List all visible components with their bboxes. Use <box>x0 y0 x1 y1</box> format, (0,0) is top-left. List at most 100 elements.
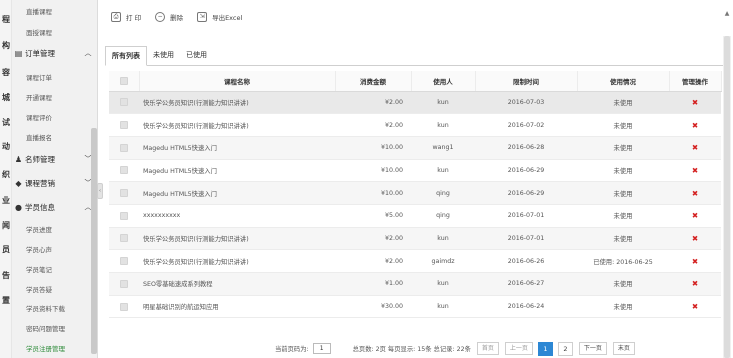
sidebar-item-student-qa[interactable]: 学员答疑 <box>26 284 52 294</box>
far-left-nav-item[interactable]: 业 <box>0 195 12 206</box>
page-number-button[interactable]: 1 <box>537 341 553 356</box>
sidebar-item-live-course[interactable]: 直播课程 <box>26 6 52 16</box>
row-select-cell[interactable] <box>109 249 139 273</box>
user-name: kun <box>411 227 475 251</box>
sidebar-group-orders[interactable]: ▤ 订单管理 ︿ <box>14 46 92 60</box>
sidebar-item-student-downloads[interactable]: 学员资料下载 <box>26 303 65 313</box>
delete-icon[interactable]: ✖ <box>692 257 698 266</box>
usage-status: 未使用 <box>577 159 669 183</box>
table-row: 快乐学公务员知识(行测能力知识讲讲) ¥2.00 gaimdz 2016-06-26 已… <box>109 249 721 273</box>
table-row: 快乐学公务员知识(行测能力知识讲讲) ¥2.00 kun 2016-07-02 未使用 ✖ <box>109 113 721 137</box>
row-select-cell[interactable] <box>109 204 139 228</box>
far-left-nav-item[interactable]: 动 <box>0 141 12 152</box>
delete-icon[interactable]: ✖ <box>692 211 698 220</box>
far-left-nav-item[interactable]: 置 <box>0 295 12 306</box>
last-page-button[interactable]: 末页 <box>612 342 635 355</box>
limit-date: 2016-07-01 <box>475 227 577 251</box>
sidebar-item-course-review[interactable]: 课程评价 <box>26 112 52 122</box>
user-name: kun <box>411 272 475 296</box>
next-page-button[interactable]: 下一页 <box>578 342 607 355</box>
sidebar-item-offline-course[interactable]: 面授课程 <box>26 27 52 37</box>
delete-icon[interactable]: ✖ <box>692 143 698 152</box>
row-select-cell[interactable] <box>109 136 139 160</box>
user-name: gaimdz <box>411 249 475 273</box>
row-checkbox[interactable] <box>120 257 128 266</box>
course-name: Magedu HTML5快速入门 <box>139 136 335 160</box>
sidebar-item-open-course[interactable]: 开通课程 <box>26 92 52 102</box>
far-left-nav-item[interactable]: 程 <box>0 14 12 25</box>
row-checkbox[interactable] <box>120 121 128 130</box>
sidebar-item-course-orders[interactable]: 课程订单 <box>26 72 52 82</box>
page-number-button[interactable]: 2 <box>557 341 573 356</box>
row-select-cell[interactable] <box>109 159 139 183</box>
export-excel-button[interactable]: ⇲ 导出Excel <box>197 12 242 22</box>
far-left-nav-item[interactable]: 员 <box>0 244 12 255</box>
row-checkbox[interactable] <box>120 166 128 175</box>
row-actions: ✖ <box>669 295 721 319</box>
tab-all[interactable]: 所有列表 <box>105 46 147 66</box>
delete-icon[interactable]: ✖ <box>692 302 698 311</box>
delete-icon[interactable]: ✖ <box>692 234 698 243</box>
sidebar-item-student-notes[interactable]: 学员笔记 <box>26 264 52 274</box>
sidebar-item-student-registration[interactable]: 学员注册管理 <box>26 343 65 353</box>
table-scrollbar[interactable] <box>723 36 731 358</box>
delete-icon[interactable]: ✖ <box>692 166 698 175</box>
row-checkbox[interactable] <box>120 211 128 220</box>
row-checkbox[interactable] <box>120 143 128 152</box>
print-button[interactable]: ⎙ 打 印 <box>111 12 141 22</box>
row-checkbox[interactable] <box>120 279 128 288</box>
sidebar-group-students[interactable]: ● 学员信息 ︿ <box>14 200 92 214</box>
row-select-cell[interactable] <box>109 272 139 296</box>
far-left-nav-item[interactable]: 织 <box>0 169 12 180</box>
row-select-cell[interactable] <box>109 181 139 205</box>
row-checkbox[interactable] <box>120 234 128 243</box>
sidebar-group-marketing[interactable]: ◆ 课程营销 ﹀ <box>14 176 92 190</box>
row-select-cell[interactable] <box>109 295 139 319</box>
row-select-cell[interactable] <box>109 113 139 137</box>
usage-status: 未使用 <box>577 227 669 251</box>
sidebar-scrollbar[interactable] <box>91 128 97 354</box>
delete-icon[interactable]: ✖ <box>692 98 698 107</box>
export-icon: ⇲ <box>197 12 208 22</box>
limit-date: 2016-06-26 <box>475 249 577 273</box>
row-actions: ✖ <box>669 249 721 273</box>
sidebar-group-teachers[interactable]: ♟ 名师管理 ﹀ <box>14 152 92 166</box>
first-page-button[interactable]: 首页 <box>476 342 499 355</box>
delete-icon[interactable]: ✖ <box>692 121 698 130</box>
delete-icon[interactable]: ✖ <box>692 189 698 198</box>
user-name: wang1 <box>411 136 475 160</box>
row-actions: ✖ <box>669 204 721 228</box>
tab-unused[interactable]: 未使用 <box>147 46 180 65</box>
prev-page-button[interactable]: 上一页 <box>504 342 533 355</box>
delete-icon[interactable]: ✖ <box>692 279 698 288</box>
sidebar-item-password-questions[interactable]: 密码问题管理 <box>26 323 65 333</box>
row-select-cell[interactable] <box>109 91 139 115</box>
column-header: 使用情况 <box>577 71 670 92</box>
scroll-up-arrow[interactable]: ▲ <box>723 10 731 18</box>
far-left-nav-item[interactable]: 城 <box>0 92 12 103</box>
far-left-nav-item[interactable]: 试 <box>0 117 12 128</box>
far-left-nav-item[interactable]: 构 <box>0 40 12 51</box>
row-select-cell[interactable] <box>109 227 139 251</box>
far-left-nav-item[interactable]: 闻 <box>0 220 12 231</box>
delete-button[interactable]: − 删除 <box>155 12 183 22</box>
far-left-nav-item[interactable]: 容 <box>0 67 12 78</box>
sidebar-item-student-voice[interactable]: 学员心声 <box>26 244 52 254</box>
sidebar: 直播课程 面授课程 ▤ 订单管理 ︿ 课程订单 开通课程 课程评价 直播报名 ♟… <box>12 0 98 358</box>
far-left-nav-item[interactable]: 告 <box>0 270 12 281</box>
delete-label: 删除 <box>170 14 184 22</box>
scrollbar-thumb[interactable] <box>724 36 730 358</box>
tab-used[interactable]: 已使用 <box>180 46 213 65</box>
row-checkbox[interactable] <box>120 302 128 311</box>
select-all-header[interactable] <box>109 71 140 92</box>
row-checkbox[interactable] <box>120 189 128 198</box>
sidebar-item-live-signup[interactable]: 直播报名 <box>26 132 52 142</box>
sidebar-item-student-progress[interactable]: 学员进度 <box>26 224 52 234</box>
sidebar-group-label: 名师管理 <box>25 154 55 164</box>
print-icon: ⎙ <box>111 12 121 22</box>
goto-page-input[interactable]: 1 <box>312 343 331 354</box>
course-name: 快乐学公务员知识(行测能力知识讲讲) <box>139 249 335 273</box>
row-checkbox[interactable] <box>120 98 128 107</box>
select-all-checkbox[interactable] <box>119 76 128 85</box>
column-header: 使用人 <box>411 71 476 92</box>
